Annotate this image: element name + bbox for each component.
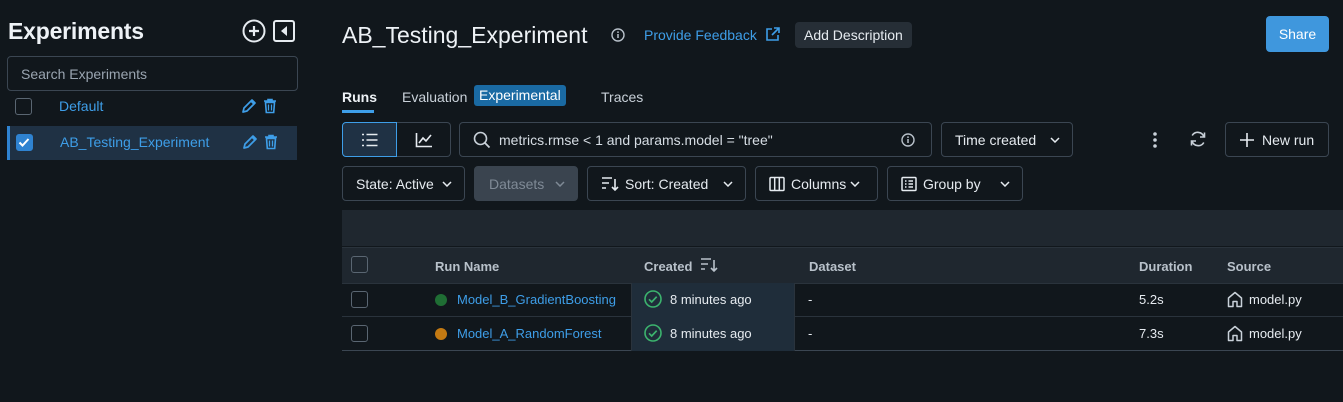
group-by-dropdown[interactable]: Group by (887, 166, 1023, 201)
page-title: AB_Testing_Experiment (342, 22, 588, 48)
columns-dropdown[interactable]: Columns (755, 166, 878, 201)
edit-pencil-icon[interactable] (241, 133, 259, 151)
experiment-search-input[interactable] (8, 57, 297, 90)
time-created-dropdown[interactable]: Time created (941, 122, 1073, 157)
created-time: 8 minutes ago (670, 326, 752, 341)
time-created-label: Time created (955, 131, 1037, 148)
table-row[interactable]: Model_A_RandomForest 8 minutes ago - 7.3… (342, 317, 1343, 351)
source-link[interactable]: model.py (1249, 292, 1302, 307)
sort-label: Sort: Created (625, 175, 709, 192)
duration-value: 7.3s (1139, 326, 1164, 341)
tab-traces[interactable]: Traces (601, 89, 643, 105)
experiment-item-default[interactable]: Default (7, 90, 297, 124)
delete-trash-icon[interactable] (263, 98, 277, 114)
experiment-item-ab-testing[interactable]: AB_Testing_Experiment (7, 126, 297, 160)
active-tab-indicator (342, 110, 374, 113)
list-view-icon (361, 133, 377, 146)
experiment-name[interactable]: AB_Testing_Experiment (60, 134, 209, 150)
home-icon (1227, 325, 1243, 342)
share-button[interactable]: Share (1266, 16, 1329, 52)
sort-icon (602, 176, 619, 191)
delete-trash-icon[interactable] (264, 134, 278, 150)
chevron-down-icon (850, 180, 860, 187)
table-row[interactable]: Model_B_GradientBoosting 8 minutes ago -… (342, 283, 1343, 317)
run-color-dot[interactable] (435, 294, 447, 306)
created-cell: 8 minutes ago (631, 317, 795, 351)
chart-icon (415, 132, 432, 147)
dataset-value: - (808, 326, 813, 341)
columns-icon (769, 176, 785, 191)
select-all-checkbox[interactable] (351, 256, 368, 273)
experimental-badge: Experimental (474, 85, 566, 106)
collapse-sidebar-icon[interactable] (271, 18, 297, 44)
plus-icon (1240, 132, 1254, 147)
tab-evaluation[interactable]: Evaluation (402, 89, 467, 105)
column-header-dataset[interactable]: Dataset (809, 259, 856, 274)
run-name-link[interactable]: Model_B_GradientBoosting (457, 292, 616, 307)
status-success-icon (644, 324, 662, 342)
more-options-icon[interactable] (1146, 128, 1164, 152)
group-by-label: Group by (923, 175, 981, 192)
refresh-icon[interactable] (1188, 129, 1208, 149)
column-header-duration[interactable]: Duration (1139, 259, 1192, 274)
group-by-icon (901, 176, 917, 191)
chart-view-button[interactable] (397, 122, 451, 157)
experiment-search-field[interactable] (7, 56, 298, 91)
sort-dropdown[interactable]: Sort: Created (587, 166, 746, 201)
experiment-checkbox[interactable] (16, 134, 33, 151)
search-info-icon (901, 132, 915, 147)
column-header-created[interactable]: Created (644, 259, 692, 274)
search-icon (473, 131, 491, 148)
sidebar-title: Experiments (8, 18, 144, 44)
chevron-down-icon (1050, 136, 1060, 143)
datasets-filter-label: Datasets (489, 175, 545, 192)
dataset-value: - (808, 292, 813, 307)
row-checkbox[interactable] (351, 291, 368, 308)
duration-value: 5.2s (1139, 292, 1164, 307)
column-header-source[interactable]: Source (1227, 259, 1271, 274)
tab-runs[interactable]: Runs (342, 89, 377, 105)
experiment-checkbox[interactable] (15, 98, 32, 115)
state-filter-label: State: Active (356, 175, 434, 192)
home-icon (1227, 291, 1243, 308)
chevron-down-icon (555, 180, 565, 187)
sort-descending-icon[interactable] (700, 257, 718, 273)
new-run-button[interactable]: New run (1225, 122, 1329, 157)
row-checkbox[interactable] (351, 325, 368, 342)
run-search-field[interactable] (459, 122, 932, 157)
table-group-header (342, 210, 1343, 246)
external-link-icon[interactable] (764, 26, 781, 43)
edit-pencil-icon[interactable] (240, 97, 258, 115)
info-icon[interactable] (611, 28, 625, 42)
new-run-label: New run (1262, 131, 1315, 148)
add-experiment-icon[interactable] (241, 18, 267, 44)
provide-feedback-link[interactable]: Provide Feedback (644, 27, 757, 43)
run-search-input[interactable] (499, 131, 901, 148)
table-header: Run Name Created Dataset Duration Source (342, 247, 1343, 284)
created-time: 8 minutes ago (670, 292, 752, 307)
experiment-name[interactable]: Default (59, 98, 103, 114)
columns-label: Columns (791, 175, 847, 192)
datasets-filter-dropdown: Datasets (474, 166, 578, 201)
chevron-down-icon (723, 180, 733, 187)
chevron-down-icon (1000, 180, 1010, 187)
add-description-button[interactable]: Add Description (795, 22, 912, 48)
status-success-icon (644, 290, 662, 308)
created-cell: 8 minutes ago (631, 283, 795, 317)
chevron-down-icon (442, 180, 452, 187)
run-name-link[interactable]: Model_A_RandomForest (457, 326, 602, 341)
run-color-dot[interactable] (435, 328, 447, 340)
state-filter-dropdown[interactable]: State: Active (342, 166, 465, 201)
source-link[interactable]: model.py (1249, 326, 1302, 341)
table-view-button[interactable] (342, 122, 397, 157)
column-header-run-name[interactable]: Run Name (435, 259, 499, 274)
